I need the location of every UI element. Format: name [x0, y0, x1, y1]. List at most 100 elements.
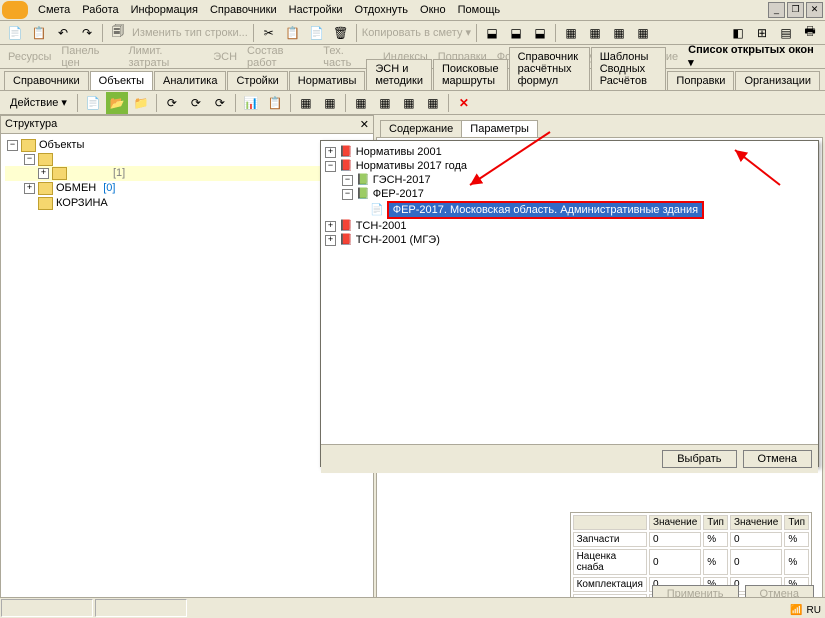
- tool-icon[interactable]: ▦: [422, 92, 444, 114]
- close-tab-icon[interactable]: ✕: [453, 92, 475, 114]
- tool-icon[interactable]: ▦: [319, 92, 341, 114]
- tool-icon[interactable]: 📊: [240, 92, 262, 114]
- tree-fer[interactable]: ФЕР-2017: [373, 187, 424, 201]
- tree-root[interactable]: Объекты: [39, 138, 84, 153]
- tool-icon[interactable]: 🗑: [330, 22, 352, 44]
- tool-icon[interactable]: ↶: [52, 22, 74, 44]
- new-icon[interactable]: 📄: [82, 92, 104, 114]
- cell[interactable]: %: [784, 532, 809, 547]
- tab-soderzhanie[interactable]: Содержание: [380, 120, 462, 137]
- menu-sprav[interactable]: Справочники: [204, 2, 283, 18]
- link-paneltsen[interactable]: Панель цен: [57, 45, 122, 69]
- tool-icon[interactable]: 📄: [4, 22, 26, 44]
- tab-stroiki[interactable]: Стройки: [227, 71, 287, 90]
- tool-icon[interactable]: ⟳: [185, 92, 207, 114]
- expand-icon[interactable]: +: [38, 168, 49, 179]
- tree-korzina[interactable]: КОРЗИНА: [56, 196, 108, 211]
- tab-shablony[interactable]: Шаблоны Сводных Расчётов: [591, 47, 667, 90]
- tool-icon[interactable]: ⟳: [161, 92, 183, 114]
- tab-esn[interactable]: ЭСН и методики: [366, 59, 432, 90]
- tool-icon[interactable]: ✂: [258, 22, 280, 44]
- menu-rabota[interactable]: Работа: [76, 2, 124, 18]
- tab-analitika[interactable]: Аналитика: [154, 71, 226, 90]
- expand-icon[interactable]: +: [325, 147, 336, 158]
- tool-icon[interactable]: 🗐: [107, 22, 129, 44]
- cell[interactable]: %: [703, 549, 728, 575]
- tool-icon[interactable]: ↷: [76, 22, 98, 44]
- cell[interactable]: %: [703, 532, 728, 547]
- tab-marshruty[interactable]: Поисковые маршруты: [433, 59, 508, 90]
- open-icon[interactable]: 📂: [106, 92, 128, 114]
- tool-icon[interactable]: ▦: [374, 92, 396, 114]
- tree-fer-msk-selected[interactable]: ФЕР-2017. Московская область. Администра…: [387, 201, 704, 219]
- cell[interactable]: 0: [730, 549, 782, 575]
- tool-icon[interactable]: ⬓: [505, 22, 527, 44]
- menu-nastr[interactable]: Настройки: [283, 2, 349, 18]
- cell[interactable]: 0: [730, 532, 782, 547]
- link-resursy[interactable]: Ресурсы: [4, 51, 55, 63]
- expand-icon[interactable]: −: [24, 154, 35, 165]
- link-limit[interactable]: Лимит. затраты: [124, 45, 207, 69]
- link-sostav[interactable]: Состав работ: [243, 45, 317, 69]
- tool-icon[interactable]: ▤: [775, 22, 797, 44]
- tool-icon[interactable]: ▦: [584, 22, 606, 44]
- structure-tree[interactable]: −Объекты − + [1] +ОБМЕН[0] КОРЗИНА: [1, 134, 373, 611]
- tab-obekty[interactable]: Объекты: [90, 71, 153, 90]
- tool-icon[interactable]: ▦: [632, 22, 654, 44]
- cell[interactable]: 0: [649, 532, 701, 547]
- tab-parametry[interactable]: Параметры: [461, 120, 538, 137]
- folder-icon[interactable]: 📁: [130, 92, 152, 114]
- tool-icon[interactable]: ▦: [608, 22, 630, 44]
- tool-icon[interactable]: ⊞: [751, 22, 773, 44]
- okna-dropdown[interactable]: Список открытых окон ▾: [684, 44, 821, 69]
- tree-n2001[interactable]: Нормативы 2001: [356, 145, 442, 159]
- cell[interactable]: %: [784, 549, 809, 575]
- tool-icon[interactable]: ⬓: [481, 22, 503, 44]
- tool-icon[interactable]: 📋: [282, 22, 304, 44]
- tab-popravki[interactable]: Поправки: [667, 71, 734, 90]
- tool-icon[interactable]: ▦: [398, 92, 420, 114]
- expand-icon[interactable]: −: [342, 175, 353, 186]
- tree-obmen[interactable]: ОБМЕН: [56, 181, 96, 196]
- kopir-dropdown[interactable]: Копировать в смету ▾: [361, 22, 472, 44]
- tree-n2017[interactable]: Нормативы 2017 года: [356, 159, 467, 173]
- restore-button[interactable]: ❐: [787, 2, 804, 18]
- menu-otdoh[interactable]: Отдохнуть: [349, 2, 415, 18]
- expand-icon[interactable]: −: [342, 189, 353, 200]
- expand-icon[interactable]: +: [325, 235, 336, 246]
- menu-okno[interactable]: Окно: [414, 2, 452, 18]
- tab-normativy[interactable]: Нормативы: [289, 71, 366, 90]
- expand-icon[interactable]: +: [325, 221, 336, 232]
- tool-icon[interactable]: 📋: [264, 92, 286, 114]
- expand-icon[interactable]: +: [24, 183, 35, 194]
- tree-tsn-mge[interactable]: ТСН-2001 (МГЭ): [356, 233, 440, 247]
- menu-smeta[interactable]: Смета: [32, 2, 76, 18]
- otmena-button[interactable]: Отмена: [743, 450, 812, 468]
- cell[interactable]: 0: [649, 549, 701, 575]
- close-button[interactable]: ✕: [806, 2, 823, 18]
- tool-icon[interactable]: 📋: [28, 22, 50, 44]
- tool-icon[interactable]: ▦: [350, 92, 372, 114]
- menu-info[interactable]: Информация: [125, 2, 204, 18]
- izmenit-tip-dropdown[interactable]: Изменить тип строки...: [131, 22, 249, 44]
- tool-icon[interactable]: 🖶: [799, 22, 821, 44]
- expand-icon[interactable]: −: [325, 161, 336, 172]
- menu-help[interactable]: Помощь: [452, 2, 507, 18]
- tool-icon[interactable]: ◧: [727, 22, 749, 44]
- tool-icon[interactable]: 📄: [306, 22, 328, 44]
- tab-organizatsii[interactable]: Организации: [735, 71, 820, 90]
- deistvie-dropdown[interactable]: Действие ▾: [4, 96, 73, 109]
- tool-icon[interactable]: ▦: [295, 92, 317, 114]
- tree-gesn[interactable]: ГЭСН-2017: [373, 173, 431, 187]
- minimize-button[interactable]: _: [768, 2, 785, 18]
- tool-icon[interactable]: ⬓: [529, 22, 551, 44]
- tool-icon[interactable]: ⟳: [209, 92, 231, 114]
- tab-spravochniki[interactable]: Справочники: [4, 71, 89, 90]
- tab-formul[interactable]: Справочник расчётных формул: [509, 47, 590, 90]
- popup-tree[interactable]: +📕Нормативы 2001 −📕Нормативы 2017 года −…: [321, 141, 818, 444]
- tree-tsn[interactable]: ТСН-2001: [356, 219, 407, 233]
- expand-icon[interactable]: −: [7, 140, 18, 151]
- vybrat-button[interactable]: Выбрать: [662, 450, 736, 468]
- tool-icon[interactable]: ▦: [560, 22, 582, 44]
- panel-close-icon[interactable]: ✕: [360, 118, 369, 131]
